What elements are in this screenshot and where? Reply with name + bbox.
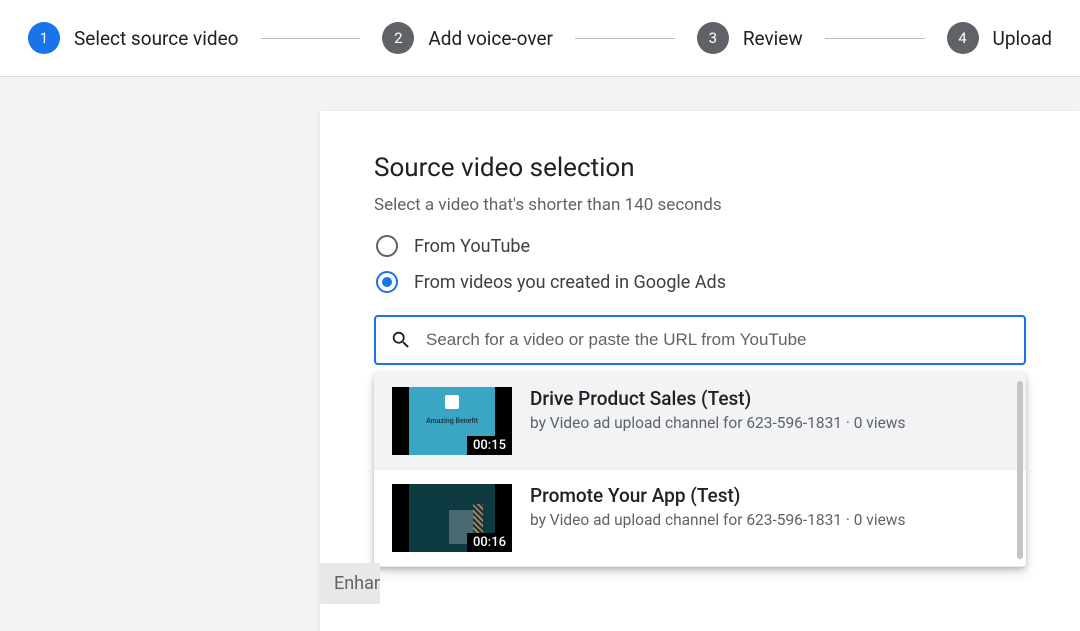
result-meta: Promote Your App (Test) by Video ad uplo…: [530, 484, 905, 552]
card-title: Source video selection: [374, 153, 1026, 183]
result-title: Drive Product Sales (Test): [530, 387, 905, 410]
enhance-chip[interactable]: Enhan: [320, 563, 380, 604]
result-item-1[interactable]: 00:16 Promote Your App (Test) by Video a…: [374, 470, 1026, 567]
step-1-number: 1: [28, 22, 60, 54]
result-title: Promote Your App (Test): [530, 484, 905, 507]
search-input[interactable]: [426, 330, 1010, 350]
thumbnail: 00:16: [392, 484, 512, 552]
step-2-number: 2: [382, 22, 414, 54]
radio-label-youtube: From YouTube: [414, 236, 530, 257]
step-2[interactable]: 2 Add voice-over: [382, 22, 553, 54]
radio-from-google-ads[interactable]: From videos you created in Google Ads: [376, 271, 1026, 293]
duration-badge: 00:16: [467, 533, 512, 552]
result-byline: by Video ad upload channel for 623-596-1…: [530, 414, 905, 432]
search-icon: [390, 329, 412, 351]
result-byline: by Video ad upload channel for 623-596-1…: [530, 511, 905, 529]
step-1[interactable]: 1 Select source video: [28, 22, 239, 54]
step-3-label: Review: [743, 27, 803, 50]
result-item-0[interactable]: Amazing Benefit 00:15 Drive Product Sale…: [374, 373, 1026, 470]
radio-icon-selected: [376, 271, 398, 293]
step-divider: [575, 38, 675, 39]
step-1-label: Select source video: [74, 27, 239, 50]
radio-label-google-ads: From videos you created in Google Ads: [414, 272, 726, 293]
step-3[interactable]: 3 Review: [697, 22, 803, 54]
thumbnail: Amazing Benefit 00:15: [392, 387, 512, 455]
step-4[interactable]: 4 Upload: [947, 22, 1053, 54]
search-box[interactable]: [374, 315, 1026, 365]
step-3-number: 3: [697, 22, 729, 54]
step-divider: [825, 38, 925, 39]
results-dropdown: Amazing Benefit 00:15 Drive Product Sale…: [374, 373, 1026, 567]
card-subtitle: Select a video that's shorter than 140 s…: [374, 195, 1026, 215]
step-2-label: Add voice-over: [428, 27, 553, 50]
step-4-number: 4: [947, 22, 979, 54]
thumb-caption: Amazing Benefit: [426, 417, 478, 425]
source-video-card: Source video selection Select a video th…: [320, 111, 1080, 631]
scrollbar[interactable]: [1017, 381, 1023, 559]
radio-icon: [376, 235, 398, 257]
radio-from-youtube[interactable]: From YouTube: [376, 235, 1026, 257]
step-divider: [261, 38, 361, 39]
stepper: 1 Select source video 2 Add voice-over 3…: [0, 0, 1080, 77]
step-4-label: Upload: [993, 27, 1053, 50]
result-meta: Drive Product Sales (Test) by Video ad u…: [530, 387, 905, 455]
content-area: Source video selection Select a video th…: [0, 77, 1080, 631]
duration-badge: 00:15: [467, 436, 512, 455]
